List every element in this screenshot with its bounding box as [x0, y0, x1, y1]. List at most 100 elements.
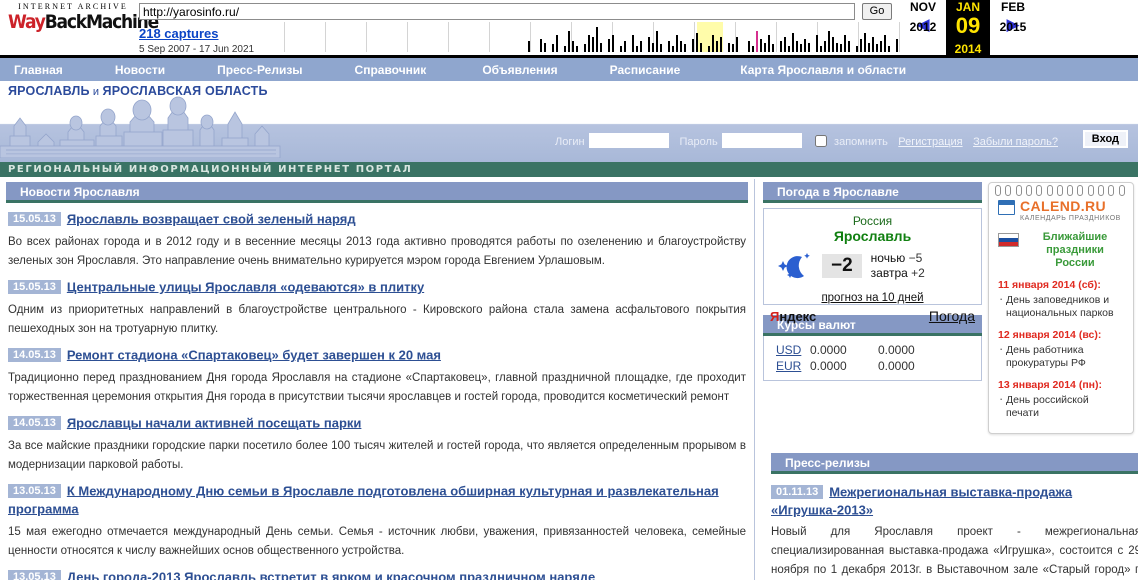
news-item-title-link[interactable]: Центральные улицы Ярославля «одеваются» … — [67, 279, 424, 294]
nav-item-4[interactable]: Объявления — [454, 58, 583, 82]
capture-bar[interactable] — [584, 44, 586, 52]
capture-bar[interactable] — [760, 38, 762, 52]
capture-bar[interactable] — [692, 38, 694, 52]
capture-bar[interactable] — [860, 38, 862, 52]
forgot-password-link[interactable]: Забыли пароль? — [973, 136, 1058, 148]
capture-bar[interactable] — [592, 36, 594, 52]
capture-bar[interactable] — [764, 42, 766, 52]
capture-bar[interactable] — [564, 46, 566, 52]
capture-bar[interactable] — [696, 33, 698, 52]
capture-bar[interactable] — [796, 40, 798, 52]
capture-bar[interactable] — [640, 40, 642, 52]
capture-bar[interactable] — [808, 42, 810, 52]
nav-item-5[interactable]: Расписание — [584, 58, 711, 82]
capture-bar[interactable] — [756, 31, 758, 52]
register-link[interactable]: Регистрация — [898, 136, 962, 148]
capture-bar[interactable] — [652, 42, 654, 52]
capture-bar[interactable] — [848, 40, 850, 52]
capture-bar[interactable] — [572, 40, 574, 52]
capture-bar[interactable] — [552, 44, 554, 52]
capture-bar[interactable] — [648, 36, 650, 52]
capture-bar[interactable] — [684, 44, 686, 52]
capture-bar[interactable] — [700, 42, 702, 52]
capture-bar[interactable] — [856, 46, 858, 52]
captures-count-link[interactable]: 218 captures — [139, 26, 279, 42]
yandex-logo[interactable]: Яндекс — [770, 309, 816, 324]
capture-bar[interactable] — [788, 46, 790, 52]
nav-item-1[interactable]: Новости — [89, 58, 191, 82]
capture-bar[interactable] — [596, 27, 598, 52]
prev-date-column[interactable]: NOV ◀ 2012 — [900, 0, 946, 36]
capture-bar[interactable] — [716, 40, 718, 52]
calend-event[interactable]: День заповедников и национальных парков — [998, 292, 1124, 320]
capture-bar[interactable] — [784, 36, 786, 52]
capture-bar[interactable] — [800, 44, 802, 52]
password-input[interactable] — [722, 133, 803, 149]
capture-bar[interactable] — [632, 34, 634, 52]
capture-bar[interactable] — [768, 34, 770, 52]
wayback-logo[interactable]: INTERNET ARCHIVE WayBackMachine — [8, 2, 159, 32]
login-submit-button[interactable]: Вход — [1082, 130, 1128, 148]
capture-bar[interactable] — [804, 38, 806, 52]
nav-item-3[interactable]: Справочник — [329, 58, 455, 82]
currency-code-link[interactable]: EUR — [776, 359, 801, 373]
capture-bar[interactable] — [824, 40, 826, 52]
capture-bar[interactable] — [888, 46, 890, 52]
capture-bar[interactable] — [780, 40, 782, 52]
capture-bar[interactable] — [668, 40, 670, 52]
login-input[interactable] — [589, 133, 670, 149]
news-item-title-link[interactable]: День города-2013 Ярославль встретит в яр… — [67, 569, 595, 580]
capture-bar[interactable] — [772, 44, 774, 52]
capture-bar[interactable] — [748, 40, 750, 52]
news-item-title-link[interactable]: Ярославцы начали активней посещать парки — [67, 415, 362, 430]
capture-bar[interactable] — [712, 34, 714, 52]
capture-bar[interactable] — [720, 36, 722, 52]
capture-bar[interactable] — [544, 42, 546, 52]
calend-brand[interactable]: CALEND.RU КАЛЕНДАРЬ ПРАЗДНИКОВ — [998, 199, 1124, 224]
capture-bar[interactable] — [864, 33, 866, 52]
capture-bar[interactable] — [732, 44, 734, 52]
nav-item-2[interactable]: Пресс-Релизы — [191, 58, 328, 82]
capture-bar[interactable] — [896, 38, 898, 52]
remember-checkbox[interactable] — [814, 134, 827, 147]
nav-item-0[interactable]: Главная — [0, 58, 89, 82]
capture-bar[interactable] — [872, 36, 874, 52]
capture-bar[interactable] — [612, 34, 614, 52]
capture-bar[interactable] — [620, 46, 622, 52]
news-item-title-link[interactable]: Ремонт стадиона «Спартаковец» будет заве… — [67, 347, 441, 362]
capture-bar[interactable] — [728, 42, 730, 52]
capture-bar[interactable] — [636, 46, 638, 52]
url-input[interactable] — [139, 3, 855, 20]
nav-item-6[interactable]: Карта Ярославля и области — [710, 58, 916, 82]
yandex-pogoda-link[interactable]: Погода — [929, 308, 975, 324]
capture-bar[interactable] — [876, 44, 878, 52]
capture-bar[interactable] — [880, 40, 882, 52]
calend-event[interactable]: День работника прокуратуры РФ — [998, 342, 1124, 370]
capture-bar[interactable] — [600, 42, 602, 52]
capture-bar[interactable] — [672, 46, 674, 52]
capture-bar[interactable] — [576, 46, 578, 52]
capture-bar[interactable] — [792, 33, 794, 52]
capture-bar[interactable] — [816, 34, 818, 52]
capture-bar[interactable] — [828, 31, 830, 52]
capture-bar[interactable] — [840, 44, 842, 52]
news-item-title-link[interactable]: К Международному Дню семьи в Ярославле п… — [8, 483, 719, 516]
capture-bar[interactable] — [624, 40, 626, 52]
capture-timeline[interactable] — [284, 22, 900, 58]
capture-bar[interactable] — [868, 42, 870, 52]
capture-bar[interactable] — [736, 36, 738, 52]
calend-event[interactable]: День российской печати — [998, 392, 1124, 420]
next-date-column[interactable]: FEB ▶ 2015 — [990, 0, 1036, 36]
capture-bar[interactable] — [676, 34, 678, 52]
news-item-title-link[interactable]: Ярославль возвращает свой зеленый наряд — [67, 211, 356, 226]
currency-code-link[interactable]: USD — [776, 343, 801, 357]
capture-bar[interactable] — [660, 44, 662, 52]
capture-bar[interactable] — [568, 31, 570, 52]
capture-bar[interactable] — [844, 34, 846, 52]
capture-bar[interactable] — [820, 46, 822, 52]
capture-bar[interactable] — [832, 36, 834, 52]
capture-bar[interactable] — [836, 42, 838, 52]
capture-bar[interactable] — [708, 46, 710, 52]
capture-bar[interactable] — [680, 40, 682, 52]
capture-bar[interactable] — [540, 38, 542, 52]
